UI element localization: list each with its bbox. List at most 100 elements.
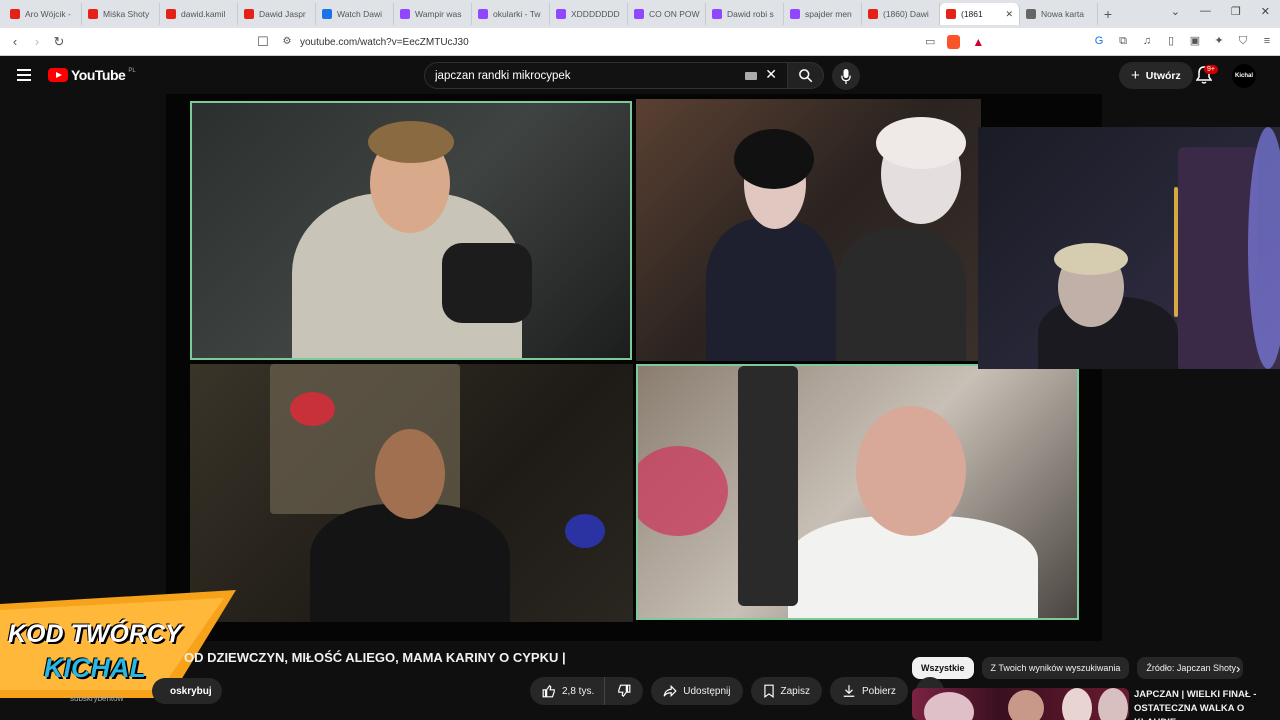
back-icon[interactable]: ‹ <box>4 34 26 49</box>
cast-icon[interactable]: ▭ <box>925 35 935 49</box>
tab-title: Dawid robi s <box>727 9 774 19</box>
browser-tab[interactable]: Wampir was <box>394 3 472 25</box>
sidebar-icon[interactable]: ▯ <box>1164 34 1178 48</box>
share-button[interactable]: Udostępnij <box>651 677 743 705</box>
tab-favicon-icon <box>166 9 176 19</box>
browser-tab[interactable]: Aro Wójcik - <box>4 3 82 25</box>
url-field[interactable]: youtube.com/watch?v=EecZMTUcJ30 <box>300 28 469 56</box>
wallet-icon[interactable]: ▣ <box>1188 34 1202 48</box>
reload-icon[interactable]: ↻ <box>48 34 70 50</box>
country-code: PL <box>128 68 136 74</box>
tab-title: (1860) Dawi <box>883 9 929 19</box>
download-button[interactable]: Pobierz <box>829 677 908 705</box>
browser-tab[interactable]: Watch Dawi <box>316 3 394 25</box>
chip-all[interactable]: Wszystkie <box>912 657 974 679</box>
vpn-icon[interactable]: ⛉ <box>1236 34 1250 48</box>
browser-tab[interactable]: dawid.kamil <box>160 3 238 25</box>
dislike-button[interactable] <box>604 677 644 705</box>
tab-favicon-icon <box>790 9 800 19</box>
close-window-icon[interactable]: ✕ <box>1261 5 1270 18</box>
tab-title: Nowa karta <box>1041 9 1084 19</box>
search-input[interactable] <box>435 69 735 82</box>
brave-shield-icon[interactable] <box>947 35 961 49</box>
tab-favicon-icon <box>868 9 878 19</box>
bookmark-save-icon <box>763 684 774 698</box>
tab-title: XDDDDDDD <box>571 9 620 19</box>
search-box: ✕ <box>424 62 788 89</box>
webcam-panel-bottom-right <box>636 364 1079 620</box>
chip-from-search[interactable]: Z Twoich wyników wyszukiwania <box>981 657 1130 679</box>
webcam-panel-top-left <box>190 101 632 360</box>
browser-tab-strip: Aro Wójcik - Miśka Shoty dawid.kamil Dawid … <box>0 0 1280 28</box>
recommendation-title[interactable]: JAPCZAN | WIELKI FINAŁ - OSTATECZNA WALK… <box>1134 688 1274 720</box>
webcam-panel-bottom-left <box>190 364 633 622</box>
keyboard-icon[interactable] <box>745 72 757 80</box>
tab-favicon-icon <box>88 9 98 19</box>
save-button[interactable]: Zapisz <box>750 677 822 705</box>
bookmark-icon[interactable]: ☐ <box>252 34 274 50</box>
tab-title: okularki - Tw <box>493 9 541 19</box>
music-icon[interactable]: ♫ <box>1140 34 1154 48</box>
tab-favicon-icon <box>634 9 644 19</box>
forward-icon[interactable]: › <box>26 34 48 49</box>
site-info-icon[interactable]: ⚙ <box>276 36 298 47</box>
share-label: Udostępnij <box>683 685 731 697</box>
account-avatar[interactable]: Kichal <box>1232 64 1256 88</box>
new-tab-button[interactable]: + <box>1098 6 1118 22</box>
promo-line-2: KICHAL <box>44 653 146 683</box>
leo-icon[interactable]: ✦ <box>1212 34 1226 48</box>
close-tab-icon[interactable]: ✕ <box>1005 9 1013 20</box>
notification-badge: 9+ <box>1204 65 1218 74</box>
translate-icon[interactable]: G <box>1092 34 1106 48</box>
create-label: Utwórz <box>1145 69 1181 82</box>
browser-tab[interactable]: (1860) Dawi <box>862 3 940 25</box>
save-label: Zapisz <box>780 685 810 697</box>
youtube-logo[interactable]: YouTube PL <box>48 67 136 83</box>
share-icon <box>663 684 677 698</box>
browser-tab[interactable]: spajder men <box>784 3 862 25</box>
browser-tab[interactable]: Nowa karta <box>1020 3 1098 25</box>
tab-favicon-icon <box>1026 9 1036 19</box>
browser-tab[interactable]: (1861 ✕ <box>940 3 1020 25</box>
clear-search-icon[interactable]: ✕ <box>765 66 777 83</box>
maximize-icon[interactable]: ❐ <box>1231 5 1241 18</box>
extensions-bar: G ⧉ ♫ ▯ ▣ ✦ ⛉ ≡ <box>1092 34 1274 48</box>
browser-tab[interactable]: Dawid robi s <box>706 3 784 25</box>
tab-title: dawid.kamil <box>181 9 226 19</box>
tab-title: spajder men <box>805 9 852 19</box>
hamburger-menu-icon[interactable] <box>17 69 31 81</box>
tab-search-icon[interactable]: ⌄ <box>1171 5 1180 18</box>
browser-menu-icon[interactable]: ≡ <box>1260 34 1274 48</box>
rewards-icon[interactable]: ▲ <box>972 35 984 49</box>
minimize-icon[interactable]: — <box>1200 5 1211 18</box>
subscribe-button[interactable]: oskrybuj <box>152 678 222 704</box>
download-label: Pobierz <box>861 685 896 697</box>
chips-next-icon[interactable]: › <box>1236 661 1240 676</box>
browser-tab[interactable]: Dawid Jaspr <box>238 3 316 25</box>
download-icon <box>843 685 855 697</box>
tab-title: CO ON POW <box>649 9 700 19</box>
search-button[interactable] <box>788 62 824 89</box>
tab-title: Miśka Shoty <box>103 9 150 19</box>
browser-tab[interactable]: okularki - Tw <box>472 3 550 25</box>
related-chips: Wszystkie Z Twoich wyników wyszukiwania … <box>912 657 1244 679</box>
tab-title: (1861 <box>961 9 983 19</box>
tab-title: Dawid Jaspr <box>259 9 306 19</box>
webcam-panel-top-right <box>636 99 981 361</box>
create-button[interactable]: + Utwórz <box>1119 62 1193 89</box>
recommendation-thumbnail[interactable] <box>912 688 1129 720</box>
chip-source[interactable]: Źródło: Japczan Shoty <box>1137 657 1244 679</box>
thumbs-up-icon <box>542 684 555 698</box>
window-controls: ⌄ — ❐ ✕ <box>1171 5 1270 18</box>
browser-tab[interactable]: Miśka Shoty <box>82 3 160 25</box>
youtube-play-icon <box>48 68 68 82</box>
tab-favicon-icon <box>712 9 722 19</box>
tab-favicon-icon <box>478 9 488 19</box>
video-player[interactable] <box>166 94 1102 641</box>
browser-tab[interactable]: CO ON POW <box>628 3 706 25</box>
like-button[interactable]: 2,8 tys. <box>530 677 605 705</box>
voice-search-button[interactable] <box>832 62 860 90</box>
extensions-icon[interactable]: ⧉ <box>1116 34 1130 48</box>
browser-tab[interactable]: XDDDDDDD <box>550 3 628 25</box>
tab-favicon-icon <box>322 9 332 19</box>
